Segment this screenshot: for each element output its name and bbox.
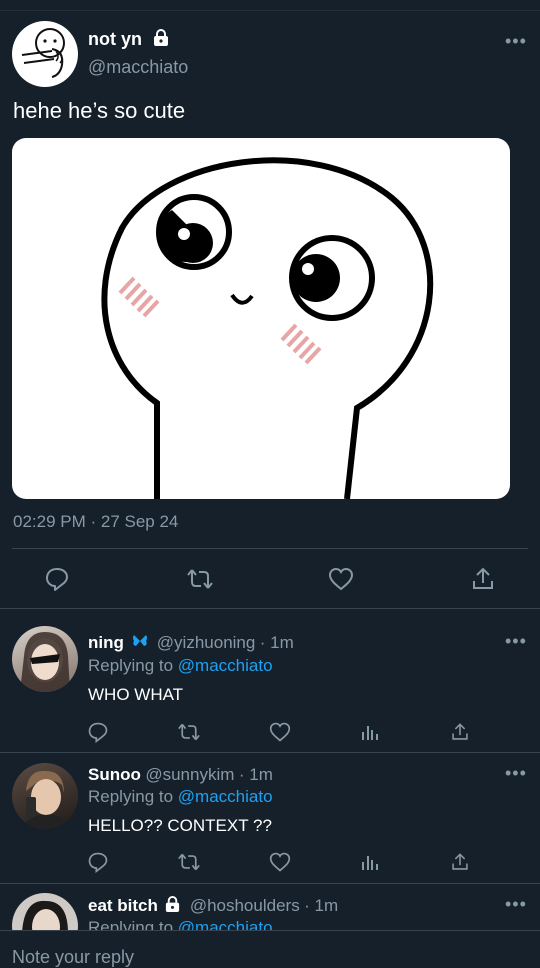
reply-handle[interactable]: @yizhuoning [157, 633, 256, 652]
replying-to-label: Replying to [88, 787, 174, 806]
reply-header: ning @yizhuoning · 1m [88, 633, 294, 653]
share-icon[interactable] [468, 564, 498, 594]
reply-time: · 1m [238, 765, 273, 784]
mention-link[interactable]: @macchiato [178, 656, 273, 675]
share-icon[interactable] [448, 720, 472, 744]
divider [0, 608, 540, 609]
divider [0, 883, 540, 884]
profile-photo-icon [20, 770, 72, 829]
profile-photo-icon [20, 632, 70, 692]
lock-icon [164, 896, 181, 918]
reply-header: eat bitch @hoshoulders · 1m [88, 896, 338, 918]
display-name[interactable]: ning [88, 633, 124, 652]
divider [12, 548, 528, 549]
reply-handle[interactable]: @hoshoulders [190, 896, 300, 915]
divider [0, 752, 540, 753]
replying-to-label: Replying to [88, 656, 174, 675]
more-options-icon[interactable]: ••• [505, 764, 527, 782]
reply-text: WHO WHAT [88, 685, 184, 704]
top-divider [0, 10, 540, 11]
display-name[interactable]: eat bitch [88, 896, 158, 915]
avatar[interactable] [12, 763, 78, 829]
tweet-media[interactable] [12, 138, 510, 499]
tweet-text: hehe he’s so cute [13, 98, 186, 123]
like-icon[interactable] [326, 564, 356, 594]
retweet-icon[interactable] [176, 720, 202, 744]
reply-text: HELLO?? CONTEXT ?? [88, 816, 272, 835]
more-options-icon[interactable]: ••• [505, 895, 527, 913]
sketch-avatar-icon [21, 28, 65, 78]
author-name-row: not yn [88, 29, 170, 52]
mention-link[interactable]: @macchiato [178, 787, 273, 806]
share-icon[interactable] [448, 850, 472, 874]
avatar[interactable] [12, 21, 78, 87]
display-name[interactable]: not yn [88, 29, 142, 49]
analytics-icon[interactable] [358, 850, 382, 874]
retweet-icon[interactable] [184, 564, 216, 594]
butterfly-icon [132, 634, 148, 653]
reply-time: · 1m [259, 633, 294, 652]
tweet-timestamp[interactable]: 02:29 PM · 27 Sep 24 [13, 512, 178, 532]
reply-handle[interactable]: @sunnykim [145, 765, 234, 784]
like-icon[interactable] [268, 720, 292, 744]
reply-time: · 1m [304, 896, 339, 916]
reply-header: Sunoo @sunnykim · 1m [88, 765, 273, 785]
more-options-icon[interactable]: ••• [505, 32, 527, 50]
reply-icon[interactable] [86, 720, 110, 744]
reply-icon[interactable] [86, 850, 110, 874]
smiling-character-sticker-icon [101, 157, 434, 499]
avatar[interactable] [12, 626, 78, 692]
replying-to: Replying to @macchiato [88, 656, 273, 676]
analytics-icon[interactable] [358, 720, 382, 744]
retweet-icon[interactable] [176, 850, 202, 874]
reply-composer[interactable]: Note your reply [0, 930, 540, 967]
more-options-icon[interactable]: ••• [505, 632, 527, 650]
lock-icon [152, 29, 170, 52]
reply-input-placeholder[interactable]: Note your reply [12, 947, 134, 968]
reply-icon[interactable] [42, 564, 72, 594]
like-icon[interactable] [268, 850, 292, 874]
author-handle[interactable]: @macchiato [88, 57, 188, 78]
display-name[interactable]: Sunoo [88, 765, 141, 784]
replying-to: Replying to @macchiato [88, 787, 273, 807]
